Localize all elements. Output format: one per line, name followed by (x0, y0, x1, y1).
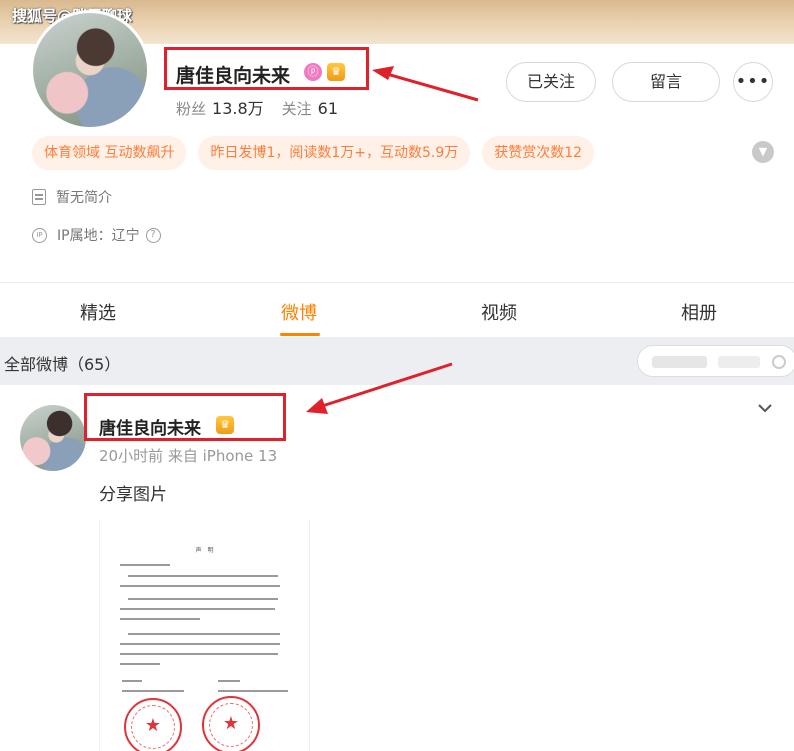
text-line (120, 564, 170, 566)
question-icon[interactable]: ? (145, 227, 161, 243)
active-tab-indicator (280, 333, 320, 336)
post-meta: 20小时前 来自 iPhone 13 (99, 447, 278, 465)
document-icon (32, 189, 46, 205)
profile-tags: 体育领域 互动数飙升 昨日发博1，阅读数1万+，互动数5.9万 获赞赏次数12 (32, 136, 595, 170)
text-line (218, 690, 288, 692)
fans-label: 粉丝 (176, 100, 207, 118)
text-line (120, 653, 278, 655)
profile-stats: 粉丝 13.8万 关注 61 (176, 95, 356, 119)
tab-featured[interactable]: 精选 (48, 299, 148, 325)
following-label: 关注 (281, 100, 312, 118)
crown-badge-icon[interactable]: ♛ (327, 63, 345, 81)
bio-text: 暂无简介 (56, 190, 112, 206)
chevron-down-icon[interactable]: ▼ (752, 141, 774, 163)
tag-yesterday-stats[interactable]: 昨日发博1，阅读数1万+，互动数5.9万 (198, 136, 471, 170)
red-arrow-icon (372, 66, 479, 102)
text-line (120, 585, 280, 587)
text-line (120, 663, 160, 665)
ip-icon: IP (32, 227, 47, 243)
following-count[interactable]: 61 (318, 99, 338, 118)
ip-row: IP IP属地：辽宁 ? (32, 225, 161, 245)
verified-badge-icon[interactable]: ⓟ (304, 63, 322, 81)
more-icon[interactable]: ••• (733, 62, 773, 102)
profile-name: 唐佳良向未来 (176, 65, 291, 87)
text-line (120, 608, 275, 610)
post-image-document[interactable]: 声 明 ★ ★ (99, 520, 310, 751)
search-icon[interactable] (772, 355, 786, 369)
profile-avatar[interactable] (30, 10, 150, 130)
tab-video[interactable]: 视频 (449, 299, 549, 325)
text-line (122, 680, 142, 682)
search-box[interactable] (637, 345, 794, 377)
fans-count[interactable]: 13.8万 (212, 99, 264, 118)
text-line (218, 680, 240, 682)
profile-tabs: 精选 微博 视频 相册 (0, 283, 794, 337)
crown-badge-icon[interactable]: ♛ (216, 416, 234, 434)
message-button[interactable]: 留言 (612, 62, 720, 102)
tag-sports-domain[interactable]: 体育领域 互动数飙升 (32, 136, 187, 170)
ip-location: IP属地：辽宁 (57, 228, 140, 244)
tag-reward-count[interactable]: 获赞赏次数12 (482, 136, 595, 170)
document-title: 声 明 (195, 547, 216, 554)
red-seal-stamp: ★ (202, 696, 260, 751)
text-line (128, 633, 280, 635)
post-avatar[interactable] (20, 405, 86, 471)
text-line (128, 598, 278, 600)
text-line (128, 575, 278, 577)
post-text: 分享图片 (99, 485, 167, 505)
chevron-down-icon[interactable] (757, 400, 773, 416)
blurred-text (652, 356, 707, 368)
blurred-text (718, 356, 760, 368)
red-arrow-icon (306, 362, 453, 414)
tab-weibo[interactable]: 微博 (249, 299, 349, 325)
followed-button[interactable]: 已关注 (506, 62, 596, 102)
text-line (120, 643, 280, 645)
text-line (122, 690, 184, 692)
all-posts-filter[interactable]: 全部微博（65） (4, 351, 120, 375)
text-line (120, 618, 200, 620)
red-seal-stamp: ★ (124, 698, 182, 751)
tab-album[interactable]: 相册 (649, 299, 749, 325)
bio-row: 暂无简介 (32, 187, 112, 207)
post-author-name[interactable]: 唐佳良向未来 (99, 414, 201, 439)
